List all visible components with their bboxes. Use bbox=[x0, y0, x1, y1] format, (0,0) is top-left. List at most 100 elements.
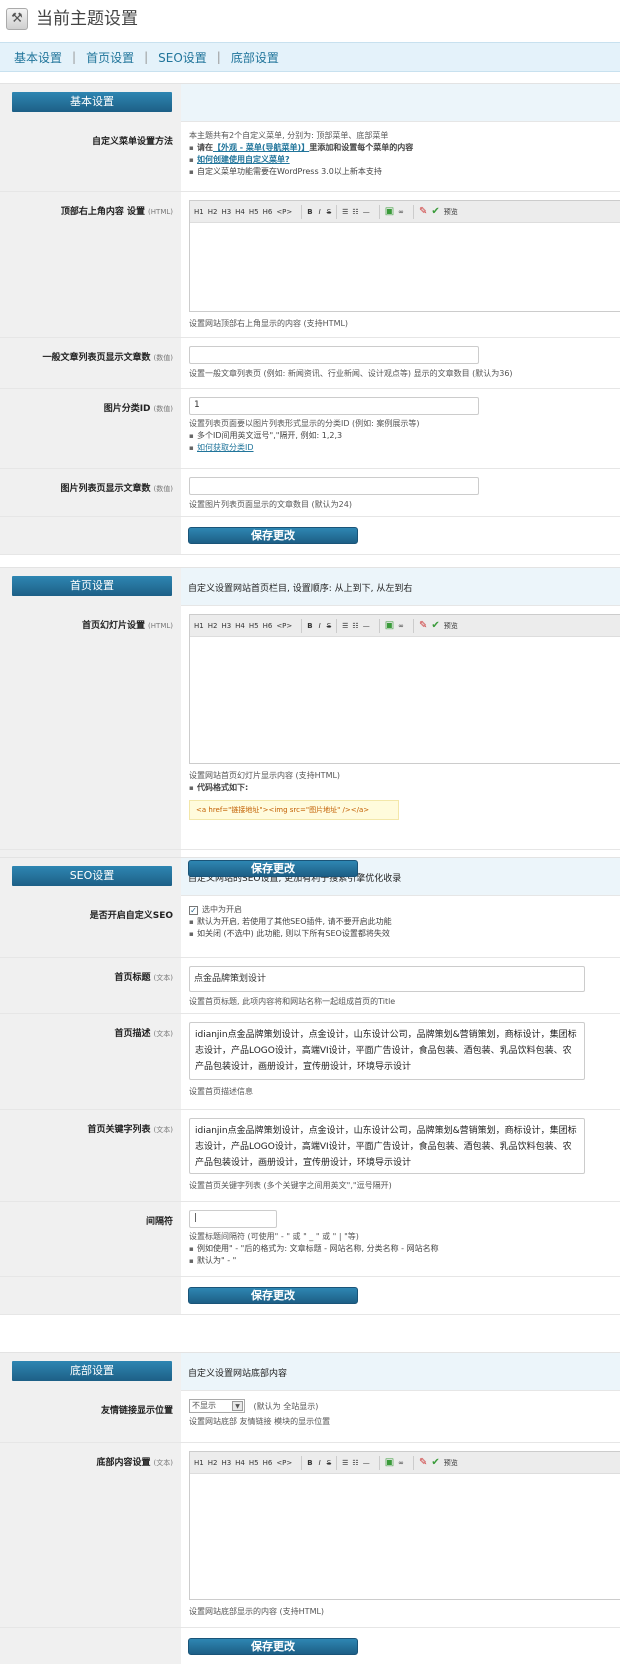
numbered-list-icon[interactable]: ☷ bbox=[352, 208, 358, 216]
section-header: 首页设置 自定义设置网站首页栏目, 设置顺序: 从上到下, 从左到右 bbox=[0, 568, 620, 606]
home-title-input[interactable]: 点金品牌策划设计 bbox=[189, 966, 585, 992]
toolbar-h6-button[interactable]: H6 bbox=[263, 622, 273, 630]
seo-enable-note: 默认为开启, 若使用了其他SEO插件, 请不要开启此功能 bbox=[189, 916, 620, 928]
image-icon[interactable]: ▣ bbox=[385, 1457, 394, 1468]
toolbar-italic-button[interactable]: I bbox=[319, 1459, 321, 1467]
setting-label: 图片分类ID (数值) bbox=[0, 389, 181, 468]
nav-link-seo[interactable]: SEO设置 bbox=[158, 49, 207, 66]
checkmark-icon[interactable]: ✔ bbox=[431, 620, 439, 631]
code-sample: <a href="链接地址"><img src="图片地址" /></a> bbox=[189, 800, 399, 820]
link-icon[interactable]: ∞ bbox=[398, 208, 404, 216]
toolbar-h4-button[interactable]: H4 bbox=[235, 622, 245, 630]
section-footer: 底部设置 自定义设置网站底部内容 友情链接显示位置 不显示 ▼ (默认为 全站显示… bbox=[0, 1352, 620, 1664]
toolbar-p-button[interactable]: <P> bbox=[276, 1459, 292, 1467]
toolbar-h3-button[interactable]: H3 bbox=[221, 208, 231, 216]
toolbar-h2-button[interactable]: H2 bbox=[208, 208, 218, 216]
footer-content-textarea[interactable] bbox=[190, 1474, 620, 1599]
setting-row-article-count: 一般文章列表页显示文章数 (数值) 设置一般文章列表页 (例如: 新闻资讯、行业新… bbox=[0, 338, 620, 389]
nav-link-home[interactable]: 首页设置 bbox=[86, 49, 134, 66]
save-row: 保存更改 bbox=[0, 1628, 620, 1664]
toolbar-h1-button[interactable]: H1 bbox=[194, 1459, 204, 1467]
separator-input[interactable]: | bbox=[189, 1210, 277, 1228]
links-position-select[interactable]: 不显示 ▼ bbox=[189, 1399, 245, 1413]
toolbar-h1-button[interactable]: H1 bbox=[194, 208, 204, 216]
toolbar-preview-button[interactable]: 预览 bbox=[444, 621, 458, 631]
chevron-down-icon[interactable]: ▼ bbox=[232, 1401, 243, 1411]
toolbar-h3-button[interactable]: H3 bbox=[221, 622, 231, 630]
toolbar-bold-button[interactable]: B bbox=[307, 208, 312, 216]
nav-link-footer[interactable]: 底部设置 bbox=[231, 49, 279, 66]
image-icon[interactable]: ▣ bbox=[385, 620, 394, 631]
appearance-menu-link[interactable]: 【外观 - 菜单(导航菜单)】 bbox=[213, 143, 309, 152]
home-keywords-textarea[interactable]: idianjin点金品牌策划设计，点金设计，山东设计公司，品牌策划&营销策划，商… bbox=[189, 1118, 585, 1174]
editor-toolbar: H1 H2 H3 H4 H5 H6 <P> BIS ☰ ☷ — ▣ ∞ ✎ ✔ 预览 bbox=[190, 1452, 620, 1474]
toolbar-h5-button[interactable]: H5 bbox=[249, 208, 259, 216]
horizontal-rule-icon[interactable]: — bbox=[363, 208, 370, 216]
setting-row-links-position: 友情链接显示位置 不显示 ▼ (默认为 全站显示) 设置网站底部 友情链接 模块的… bbox=[0, 1391, 620, 1443]
nav-link-basic[interactable]: 基本设置 bbox=[14, 49, 62, 66]
image-icon[interactable]: ▣ bbox=[385, 206, 394, 217]
toolbar-italic-button[interactable]: I bbox=[319, 622, 321, 630]
toolbar-h5-button[interactable]: H5 bbox=[249, 1459, 259, 1467]
separator-hint: 设置标题间隔符 (可使用" - " 或 " _ " 或 " | "等) bbox=[189, 1232, 359, 1241]
toolbar-strike-button[interactable]: S bbox=[327, 622, 331, 630]
save-button-home[interactable]: 保存更改 bbox=[188, 860, 358, 877]
bullet-list-icon[interactable]: ☰ bbox=[342, 622, 348, 630]
bullet-list-icon[interactable]: ☰ bbox=[342, 208, 348, 216]
link-icon[interactable]: ∞ bbox=[398, 622, 404, 630]
image-count-input[interactable] bbox=[189, 477, 479, 495]
toolbar-preview-button[interactable]: 预览 bbox=[444, 1458, 458, 1468]
image-cat-hint: 设置列表页面要以图片列表形式显示的分类ID (例如: 案例展示等) bbox=[189, 419, 420, 428]
code-icon[interactable]: ✎ bbox=[419, 1457, 427, 1468]
save-button-footer[interactable]: 保存更改 bbox=[188, 1638, 358, 1655]
home-description-textarea[interactable]: idianjin点金品牌策划设计，点金设计，山东设计公司，品牌策划&营销策划，商… bbox=[189, 1022, 585, 1080]
toolbar-h4-button[interactable]: H4 bbox=[235, 1459, 245, 1467]
setting-row-separator: 间隔符 | 设置标题间隔符 (可使用" - " 或 " _ " 或 " | "等… bbox=[0, 1202, 620, 1277]
setting-row-home-desc: 首页描述 (文本) idianjin点金品牌策划设计，点金设计，山东设计公司，品牌… bbox=[0, 1014, 620, 1110]
slider-textarea[interactable] bbox=[190, 637, 620, 763]
horizontal-rule-icon[interactable]: — bbox=[363, 1459, 370, 1467]
checkmark-icon[interactable]: ✔ bbox=[431, 206, 439, 217]
save-button-basic[interactable]: 保存更改 bbox=[188, 527, 358, 544]
section-header: 底部设置 自定义设置网站底部内容 bbox=[0, 1353, 620, 1391]
numbered-list-icon[interactable]: ☷ bbox=[352, 1459, 358, 1467]
toolbar-p-button[interactable]: <P> bbox=[276, 622, 292, 630]
links-position-control: 不显示 ▼ (默认为 全站显示) bbox=[189, 1399, 620, 1413]
setting-row-menu: 自定义菜单设置方法 本主题共有2个自定义菜单, 分别为: 顶部菜单、底部菜单 请… bbox=[0, 122, 620, 192]
toolbar-h2-button[interactable]: H2 bbox=[208, 622, 218, 630]
code-icon[interactable]: ✎ bbox=[419, 620, 427, 631]
toolbar-strike-button[interactable]: S bbox=[327, 208, 331, 216]
numbered-list-icon[interactable]: ☷ bbox=[352, 622, 358, 630]
toolbar-italic-button[interactable]: I bbox=[319, 208, 321, 216]
toolbar-h2-button[interactable]: H2 bbox=[208, 1459, 218, 1467]
checkmark-icon[interactable]: ✔ bbox=[431, 1457, 439, 1468]
toolbar-h1-button[interactable]: H1 bbox=[194, 622, 204, 630]
toolbar-h6-button[interactable]: H6 bbox=[263, 208, 273, 216]
toolbar-strike-button[interactable]: S bbox=[327, 1459, 331, 1467]
create-menu-help-link[interactable]: 如何创建使用自定义菜单? bbox=[197, 155, 290, 164]
toolbar-preview-button[interactable]: 预览 bbox=[444, 207, 458, 217]
toolbar-h3-button[interactable]: H3 bbox=[221, 1459, 231, 1467]
toolbar-h5-button[interactable]: H5 bbox=[249, 622, 259, 630]
toolbar-h4-button[interactable]: H4 bbox=[235, 208, 245, 216]
menu-instruction: 请在【外观 - 菜单(导航菜单)】里添加和设置每个菜单的内容 bbox=[189, 142, 620, 154]
toolbar-p-button[interactable]: <P> bbox=[276, 208, 292, 216]
toolbar-bold-button[interactable]: B bbox=[307, 622, 312, 630]
setting-row-image-cat: 图片分类ID (数值) 1 设置列表页面要以图片列表形式显示的分类ID (例如: … bbox=[0, 389, 620, 469]
toolbar-bold-button[interactable]: B bbox=[307, 1459, 312, 1467]
horizontal-rule-icon[interactable]: — bbox=[363, 622, 370, 630]
setting-label: 友情链接显示位置 bbox=[0, 1391, 181, 1442]
save-button-seo[interactable]: 保存更改 bbox=[188, 1287, 358, 1304]
setting-row-top-right: 顶部右上角内容 设置 (HTML) H1 H2 H3 H4 H5 H6 <P> BIS ☰ ☷ —… bbox=[0, 192, 620, 338]
bullet-list-icon[interactable]: ☰ bbox=[342, 1459, 348, 1467]
article-count-input[interactable] bbox=[189, 346, 479, 364]
code-icon[interactable]: ✎ bbox=[419, 206, 427, 217]
get-category-id-link[interactable]: 如何获取分类ID bbox=[197, 443, 254, 452]
top-right-textarea[interactable] bbox=[190, 223, 620, 311]
toolbar-h6-button[interactable]: H6 bbox=[263, 1459, 273, 1467]
seo-enable-checkbox[interactable]: ✓ bbox=[189, 906, 198, 915]
image-count-hint: 设置图片列表页面显示的文章数目 (默认为24) bbox=[189, 500, 352, 509]
image-cat-input[interactable]: 1 bbox=[189, 397, 479, 415]
section-header: 基本设置 bbox=[0, 84, 620, 122]
link-icon[interactable]: ∞ bbox=[398, 1459, 404, 1467]
